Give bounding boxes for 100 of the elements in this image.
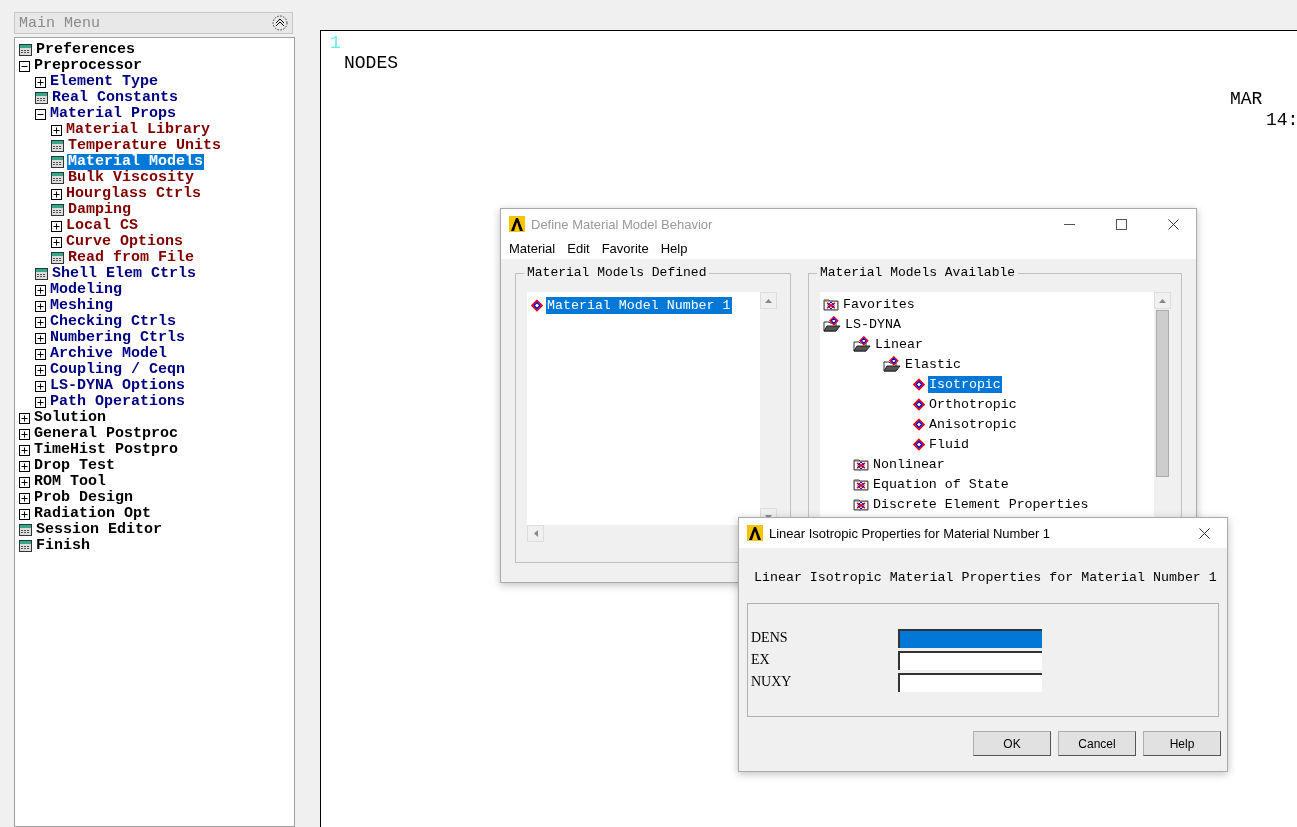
close-icon[interactable] — [1167, 218, 1179, 230]
expand-icon[interactable] — [51, 188, 62, 200]
folder-icon — [853, 477, 869, 491]
menu-item[interactable]: Bulk Viscosity — [67, 170, 196, 186]
list-item[interactable]: Material Model Number 1 — [546, 296, 732, 314]
expand-icon[interactable] — [35, 284, 46, 296]
menu-item[interactable]: Checking Ctrls — [49, 314, 178, 330]
expand-icon[interactable] — [51, 124, 62, 136]
expand-icon[interactable] — [35, 348, 46, 360]
dialog-button[interactable]: Cancel — [1058, 731, 1136, 756]
menu-item[interactable]: Solution — [33, 410, 107, 426]
expand-icon[interactable] — [19, 428, 30, 440]
menu-item[interactable]: Preferences — [35, 42, 137, 58]
menu-item[interactable]: Archive Model — [49, 346, 169, 362]
expand-icon[interactable] — [35, 76, 46, 88]
collapse-icon[interactable] — [35, 108, 46, 120]
menu-item[interactable]: Path Operations — [49, 394, 187, 410]
menu-bar-item[interactable]: Help — [654, 239, 694, 259]
expand-icon[interactable] — [19, 508, 30, 520]
menu-item[interactable]: Local CS — [65, 218, 139, 234]
dialog-button[interactable]: Help — [1143, 731, 1221, 756]
menu-item[interactable]: Damping — [67, 202, 132, 218]
tree-item[interactable]: Equation of State — [872, 475, 1010, 493]
expand-icon[interactable] — [19, 460, 30, 472]
scroll-left-icon[interactable] — [533, 530, 538, 537]
menu-bar-item[interactable]: Material — [503, 239, 562, 259]
menu-item[interactable]: Temperature Units — [67, 138, 223, 154]
close-icon[interactable] — [1198, 527, 1210, 539]
tree-item[interactable]: Discrete Element Properties — [872, 495, 1090, 513]
maximize-icon[interactable] — [1115, 218, 1127, 230]
tree-item[interactable]: Favorites — [842, 295, 916, 313]
expand-icon[interactable] — [35, 300, 46, 312]
window-title: Linear Isotropic Properties for Material Number 1 — [769, 525, 1052, 541]
scroll-up-icon[interactable] — [1159, 298, 1166, 303]
scroll-up-icon[interactable] — [765, 298, 772, 303]
expand-icon[interactable] — [35, 332, 46, 344]
expand-icon[interactable] — [19, 444, 30, 456]
menu-item[interactable]: Material Models — [67, 154, 205, 170]
menu-item[interactable]: Hourglass Ctrls — [65, 186, 203, 202]
dialog-icon — [51, 156, 64, 168]
dialog-icon — [51, 204, 64, 216]
menu-item[interactable]: Material Library — [65, 122, 212, 138]
input-field[interactable] — [898, 628, 1042, 648]
tree-item[interactable]: Orthotropic — [928, 395, 1018, 413]
expand-icon[interactable] — [51, 220, 62, 232]
menu-item[interactable]: Radiation Opt — [33, 506, 153, 522]
expand-icon[interactable] — [51, 236, 62, 248]
menu-item[interactable]: Material Props — [49, 106, 178, 122]
tree-item[interactable]: Fluid — [928, 435, 970, 453]
model-icon — [913, 377, 925, 391]
menu-item[interactable]: Meshing — [49, 298, 114, 314]
tree-item[interactable]: LS-DYNA — [844, 315, 902, 333]
menu-item[interactable]: LS-DYNA Options — [49, 378, 187, 394]
menu-item[interactable]: Drop Test — [33, 458, 116, 474]
minimize-icon[interactable] — [1063, 223, 1075, 225]
dialog-heading: Linear Isotropic Material Properties for Material Number 1 — [753, 569, 1218, 585]
menu-bar-item[interactable]: Edit — [561, 239, 596, 259]
expand-icon[interactable] — [19, 412, 30, 424]
menu-item[interactable]: Preprocessor — [33, 58, 144, 74]
menu-item[interactable]: Curve Options — [65, 234, 185, 250]
open-folder-icon — [823, 316, 841, 332]
model-icon — [913, 437, 925, 451]
collapse-up-icon[interactable] — [272, 15, 288, 31]
menu-title: Main Menu — [19, 14, 100, 32]
menu-bar-item[interactable]: Favorite — [595, 239, 655, 259]
plot-label: NODES — [344, 53, 398, 73]
model-icon — [913, 417, 925, 431]
tree-item[interactable]: Nonlinear — [872, 455, 946, 473]
expand-icon[interactable] — [35, 316, 46, 328]
menu-item[interactable]: Shell Elem Ctrls — [51, 266, 198, 282]
expand-icon[interactable] — [35, 380, 46, 392]
input-field[interactable] — [898, 650, 1042, 670]
menu-item[interactable]: Read from File — [67, 250, 196, 266]
menu-item[interactable]: Finish — [35, 538, 91, 554]
menu-item[interactable]: General Postproc — [33, 426, 180, 442]
menu-item[interactable]: Coupling / Ceqn — [49, 362, 187, 378]
open-folder-icon — [853, 336, 871, 352]
menu-item[interactable]: Element Type — [49, 74, 160, 90]
tree-item[interactable]: Isotropic — [928, 375, 1002, 393]
menu-item[interactable]: ROM Tool — [33, 474, 107, 490]
menu-item[interactable]: Session Editor — [35, 522, 164, 538]
dialog-button[interactable]: OK — [973, 731, 1051, 756]
menu-item[interactable]: Numbering Ctrls — [49, 330, 187, 346]
dialog-icon — [35, 92, 48, 104]
menu-item[interactable]: Prob Design — [33, 490, 135, 506]
app-logo-icon — [747, 525, 763, 541]
dialog-icon — [51, 172, 64, 184]
expand-icon[interactable] — [19, 492, 30, 504]
collapse-icon[interactable] — [19, 60, 30, 72]
plot-date: MAR — [1230, 89, 1263, 109]
input-field[interactable] — [898, 672, 1042, 692]
tree-item[interactable]: Linear — [874, 335, 924, 353]
expand-icon[interactable] — [19, 476, 30, 488]
menu-item[interactable]: Real Constants — [51, 90, 180, 106]
menu-item[interactable]: TimeHist Postpro — [33, 442, 180, 458]
menu-item[interactable]: Modeling — [49, 282, 123, 298]
expand-icon[interactable] — [35, 364, 46, 376]
expand-icon[interactable] — [35, 396, 46, 408]
tree-item[interactable]: Elastic — [904, 355, 962, 373]
tree-item[interactable]: Anisotropic — [928, 415, 1018, 433]
